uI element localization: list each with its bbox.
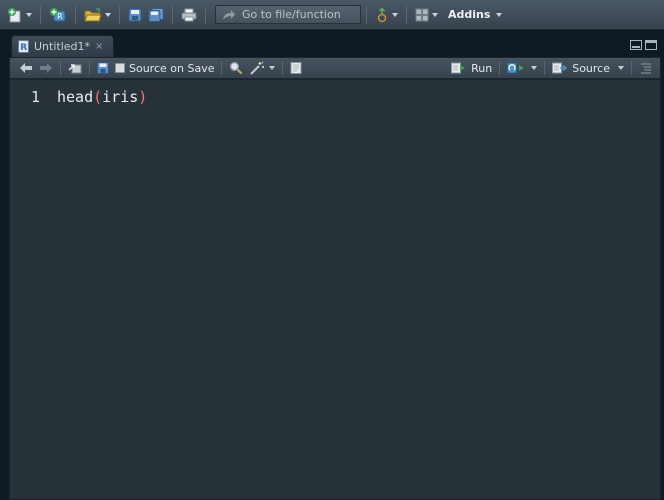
print-button[interactable] <box>178 4 200 26</box>
chevron-down-icon <box>392 12 398 17</box>
close-paren: ) <box>138 88 148 106</box>
addins-label: Addins <box>448 8 491 21</box>
source-on-save-label: Source on Save <box>129 61 215 75</box>
rerun-button[interactable] <box>504 58 540 78</box>
save-all-icon <box>148 7 164 22</box>
search-icon <box>230 62 243 75</box>
svg-text:R: R <box>20 43 27 53</box>
save-current-document-button[interactable] <box>94 58 112 78</box>
toolbar-divider <box>40 5 41 24</box>
close-icon[interactable]: × <box>95 41 103 52</box>
toolbar-divider <box>89 61 90 75</box>
main-toolbar: R Go to file/function Addins <box>0 0 664 30</box>
arrow-right-icon <box>40 63 52 73</box>
editor-tabstrip: R Untitled1* × <box>9 33 661 57</box>
addins-menu[interactable]: Addins <box>441 4 505 26</box>
run-button[interactable]: Run <box>448 58 495 78</box>
tab-label: Untitled1* <box>34 40 91 53</box>
workspace-panes-button[interactable] <box>412 4 441 26</box>
open-paren: ( <box>93 88 103 106</box>
new-project-icon: R <box>50 7 66 21</box>
show-in-new-window-button[interactable] <box>65 58 85 78</box>
chevron-down-icon <box>269 66 276 70</box>
go-to-file-function-input[interactable]: Go to file/function <box>215 5 361 24</box>
toolbar-divider <box>499 61 501 75</box>
run-icon <box>451 62 466 74</box>
new-file-icon <box>8 7 21 22</box>
toolbar-divider <box>205 5 206 24</box>
chevron-down-icon <box>496 12 503 17</box>
chevron-down-icon <box>531 66 538 70</box>
source-label: Source <box>572 61 610 75</box>
version-control-button[interactable] <box>372 4 401 26</box>
back-button[interactable] <box>16 58 36 78</box>
maximize-icon[interactable] <box>645 40 657 50</box>
minimize-icon[interactable] <box>630 40 642 50</box>
forward-button[interactable] <box>36 58 56 78</box>
toolbar-divider <box>366 5 367 24</box>
save-all-button[interactable] <box>145 4 167 26</box>
grid-icon <box>415 8 429 21</box>
compile-report-button[interactable] <box>287 58 305 78</box>
toolbar-divider <box>544 61 546 75</box>
new-file-button[interactable] <box>4 4 35 26</box>
toolbar-divider <box>631 61 632 75</box>
editor-toolbar-right: Run Source <box>448 58 660 78</box>
go-to-file-function-placeholder: Go to file/function <box>242 8 341 21</box>
git-icon <box>377 7 387 22</box>
source-on-save-checkbox[interactable] <box>115 63 125 73</box>
svg-text:R: R <box>57 12 63 21</box>
save-icon <box>128 8 142 21</box>
toolbar-divider <box>221 61 223 75</box>
save-button[interactable] <box>125 4 145 26</box>
save-icon <box>97 62 109 74</box>
find-replace-button[interactable] <box>226 58 246 78</box>
new-project-button[interactable]: R <box>46 4 70 26</box>
toolbar-divider <box>172 5 173 24</box>
chevron-down-icon <box>618 66 624 70</box>
chevron-down-icon <box>432 12 438 17</box>
document-outline-button[interactable] <box>636 58 656 78</box>
code-editor[interactable]: 1 head(iris) <box>9 79 661 500</box>
source-on-save-toggle[interactable]: Source on Save <box>112 58 217 78</box>
chevron-down-icon <box>26 12 32 17</box>
source-icon <box>552 62 568 74</box>
toolbar-divider <box>119 5 120 24</box>
toolbar-divider <box>282 61 284 75</box>
magic-wand-icon <box>250 61 265 75</box>
open-file-button[interactable] <box>81 4 114 26</box>
toolbar-divider <box>75 5 76 24</box>
outline-icon <box>641 63 651 74</box>
pane-controls <box>630 40 657 50</box>
chevron-down-icon <box>105 12 111 17</box>
notebook-icon <box>290 62 302 74</box>
toolbar-divider <box>60 61 61 75</box>
print-icon <box>181 8 197 21</box>
popout-icon <box>68 64 82 74</box>
code-line-1: 1 head(iris) <box>10 88 147 106</box>
folder-open-icon <box>84 7 102 21</box>
go-to-arrow-icon <box>223 9 235 20</box>
r-file-icon: R <box>18 40 29 53</box>
rerun-icon <box>507 62 525 74</box>
tab-untitled1[interactable]: R Untitled1* × <box>11 35 114 57</box>
run-label: Run <box>471 61 493 75</box>
editor-toolbar: Source on Save Run Source <box>9 57 661 79</box>
code-text: head(iris) <box>50 88 147 106</box>
arrow-left-icon <box>20 63 32 73</box>
source-editor-pane: R Untitled1* × Source on Save Run Source… <box>9 33 661 500</box>
code-tools-button[interactable] <box>246 58 278 78</box>
code-argument: iris <box>102 88 139 106</box>
code-function-name: head <box>57 88 94 106</box>
line-number: 1 <box>30 88 40 106</box>
source-button[interactable]: Source <box>549 58 627 78</box>
toolbar-divider <box>406 5 407 24</box>
